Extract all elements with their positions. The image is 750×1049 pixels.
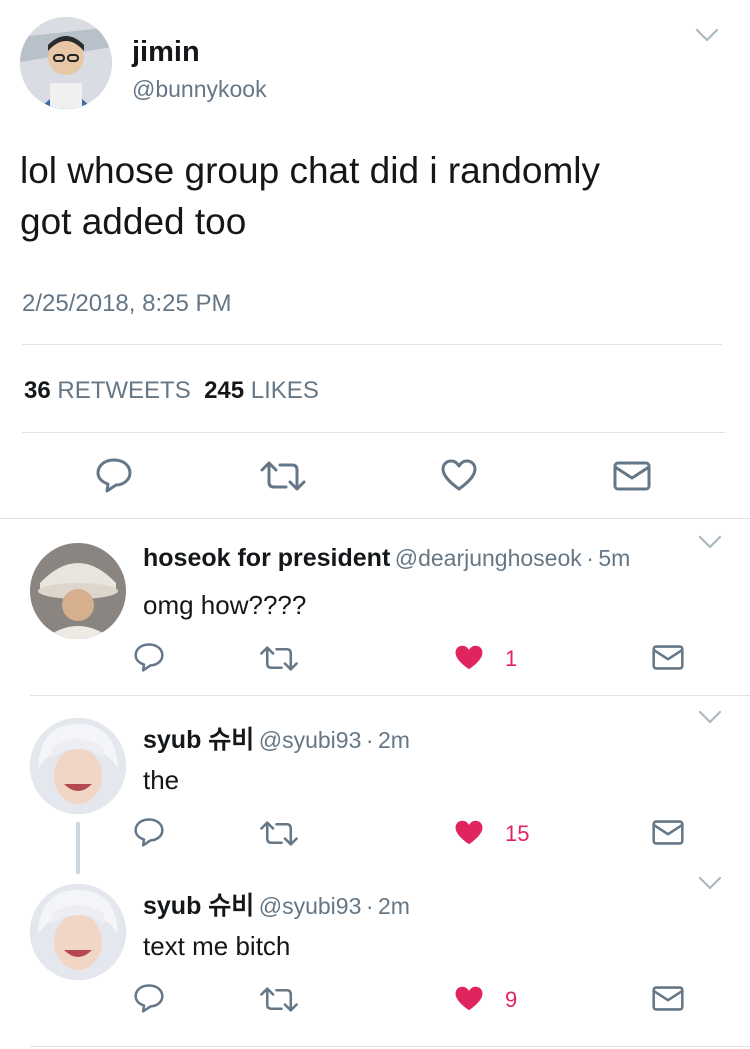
divider <box>22 432 725 433</box>
divider <box>30 1046 750 1047</box>
reply-icon[interactable] <box>133 642 165 672</box>
retweets-count: 36 <box>24 377 51 404</box>
direct-message-icon[interactable] <box>652 819 684 846</box>
tweet-timestamp[interactable]: 2/25/2018, 8:25 PM <box>22 290 231 318</box>
reply-time[interactable]: 5m <box>598 545 630 571</box>
tweet-text: lol whose group chat did i randomly got … <box>20 145 730 247</box>
reply-header: hoseok for president @dearjunghoseok · 5… <box>143 544 630 573</box>
reply-display-name[interactable]: syub 슈비 <box>143 892 254 920</box>
reply-avatar[interactable] <box>30 884 126 980</box>
divider <box>22 344 722 345</box>
direct-message-icon[interactable] <box>652 644 684 671</box>
author-display-name[interactable]: jimin <box>132 36 200 69</box>
like-count: 1 <box>505 646 518 671</box>
likes-label: LIKES <box>250 377 319 404</box>
author-handle[interactable]: @bunnykook <box>132 76 267 103</box>
direct-message-icon[interactable] <box>652 985 684 1012</box>
reply-avatar[interactable] <box>30 543 126 639</box>
reply-text: the <box>143 765 180 795</box>
reply-icon[interactable] <box>95 457 133 493</box>
reply-time[interactable]: 2m <box>378 727 410 753</box>
reply-separator: · <box>365 727 374 753</box>
reply-text: omg how???? <box>143 590 307 620</box>
reply-menu-chevron-icon[interactable] <box>698 535 722 549</box>
reply-time[interactable]: 2m <box>378 893 410 919</box>
retweet-icon[interactable] <box>258 460 308 492</box>
likes-count: 245 <box>204 377 245 404</box>
liked-heart-icon[interactable] <box>453 643 485 672</box>
tweet-text-line: lol whose group chat did i randomly <box>20 150 600 191</box>
reply-menu-chevron-icon[interactable] <box>698 710 722 724</box>
author-avatar[interactable] <box>20 17 112 109</box>
reply-handle[interactable]: @dearjunghoseok <box>395 545 582 571</box>
retweet-icon[interactable] <box>258 645 300 672</box>
reply-display-name[interactable]: syub 슈비 <box>143 726 254 754</box>
liked-heart-icon[interactable] <box>453 984 485 1013</box>
reply-menu-chevron-icon[interactable] <box>698 876 722 890</box>
reply-header: syub 슈비 @syubi93 · 2m <box>143 720 410 756</box>
likes-stat[interactable]: 245 LIKES <box>204 377 319 404</box>
tweet-menu-chevron-icon[interactable] <box>695 28 719 42</box>
divider <box>30 695 750 696</box>
reply-icon[interactable] <box>133 817 165 847</box>
reply-header: syub 슈비 @syubi93 · 2m <box>143 886 410 922</box>
like-count: 9 <box>505 987 518 1012</box>
tweet-stats: 36 RETWEETS 245 LIKES <box>24 377 319 405</box>
tweet-text-line: got added too <box>20 201 247 242</box>
liked-heart-icon[interactable] <box>453 818 485 847</box>
retweets-stat[interactable]: 36 RETWEETS <box>24 377 191 404</box>
reply-handle[interactable]: @syubi93 <box>259 893 362 919</box>
direct-message-icon[interactable] <box>613 460 651 492</box>
reply-text: text me bitch <box>143 931 291 961</box>
reply-separator: · <box>586 545 594 571</box>
retweets-label: RETWEETS <box>57 377 191 404</box>
retweet-icon[interactable] <box>258 820 300 847</box>
reply-separator: · <box>365 893 374 919</box>
like-heart-icon[interactable] <box>440 458 478 492</box>
thread-connector <box>76 822 80 874</box>
reply-handle[interactable]: @syubi93 <box>259 727 362 753</box>
like-count: 15 <box>505 821 530 846</box>
reply-avatar[interactable] <box>30 718 126 814</box>
reply-display-name[interactable]: hoseok for president <box>143 544 390 572</box>
divider <box>0 518 750 519</box>
retweet-icon[interactable] <box>258 986 300 1013</box>
reply-icon[interactable] <box>133 983 165 1013</box>
